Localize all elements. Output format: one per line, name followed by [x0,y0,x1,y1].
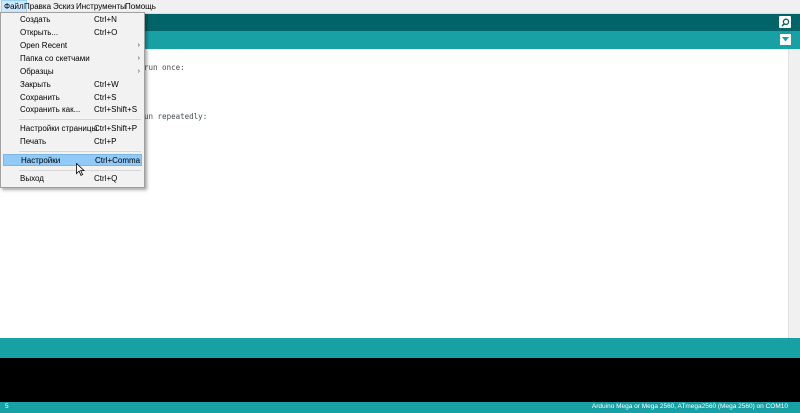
magnifier-icon [780,18,789,27]
menu-item-label: Создать [20,15,51,24]
menu-item-preferences[interactable]: Настройки Ctrl+Comma [3,154,142,166]
chevron-right-icon: › [137,42,140,49]
tab-menu-button[interactable] [780,34,791,45]
menu-item-label: Сохранить как... [20,105,81,114]
menu-item-label: Образцы [20,67,54,76]
menu-item-shortcut: Ctrl+O [94,28,118,37]
menu-item-open-recent[interactable]: Open Recent › [3,40,142,52]
menu-item-shortcut: Ctrl+Shift+P [94,124,138,133]
code-line: run once: [144,63,185,72]
menu-item-close[interactable]: Закрыть Ctrl+W [3,79,142,91]
menu-item-shortcut: Ctrl+P [94,137,117,146]
menu-item-shortcut: Ctrl+S [94,93,117,102]
code-line: un repeatedly: [144,112,208,121]
menu-item-open[interactable]: Открыть... Ctrl+O [3,27,142,39]
serial-monitor-button[interactable] [779,16,791,28]
menu-item-label: Выход [20,174,44,183]
menu-item-print[interactable]: Печать Ctrl+P [3,136,142,148]
mouse-cursor-icon [76,163,85,176]
file-menu-dropdown: Создать Ctrl+N Открыть... Ctrl+O Open Re… [0,12,145,188]
menu-item-new[interactable]: Создать Ctrl+N [3,14,142,26]
menu-item-label: Настройки [21,156,61,165]
menu-item-label: Открыть... [20,28,59,37]
menu-item-save[interactable]: Сохранить Ctrl+S [3,92,142,104]
menu-item-shortcut: Ctrl+Q [94,174,118,183]
menu-item-shortcut: Ctrl+N [94,15,117,24]
menu-item-save-as[interactable]: Сохранить как... Ctrl+Shift+S [3,104,142,116]
menu-item-quit[interactable]: Выход Ctrl+Q [3,173,142,185]
menu-separator [19,151,141,152]
menu-item-label: Папка со скетчами [20,54,90,63]
menu-item-label: Настройки страницы [20,124,98,133]
menu-item-shortcut: Ctrl+W [94,80,119,89]
chevron-right-icon: › [137,68,140,75]
menu-separator [19,119,141,120]
menu-item-shortcut: Ctrl+Comma [95,156,141,165]
line-number: 5 [5,403,9,410]
menu-item-label: Сохранить [20,93,60,102]
menu-item-sketchbook[interactable]: Папка со скетчами › [3,53,142,65]
menu-item-page-setup[interactable]: Настройки страницы Ctrl+Shift+P [3,123,142,135]
editor-scrollbar[interactable] [788,49,800,338]
menu-item-label: Печать [20,137,47,146]
chevron-right-icon: › [137,55,140,62]
menu-item-shortcut: Ctrl+Shift+S [94,105,138,114]
triangle-down-icon [782,37,789,42]
message-area [0,338,800,358]
menu-item-label: Закрыть [20,80,51,89]
board-info: Arduino Mega or Mega 2560, ATmega2560 (M… [591,403,788,410]
console-output [0,358,800,402]
menu-item-label: Open Recent [20,41,68,50]
menu-item-examples[interactable]: Образцы › [3,66,142,78]
status-bar: 5 Arduino Mega or Mega 2560, ATmega2560 … [0,402,800,413]
